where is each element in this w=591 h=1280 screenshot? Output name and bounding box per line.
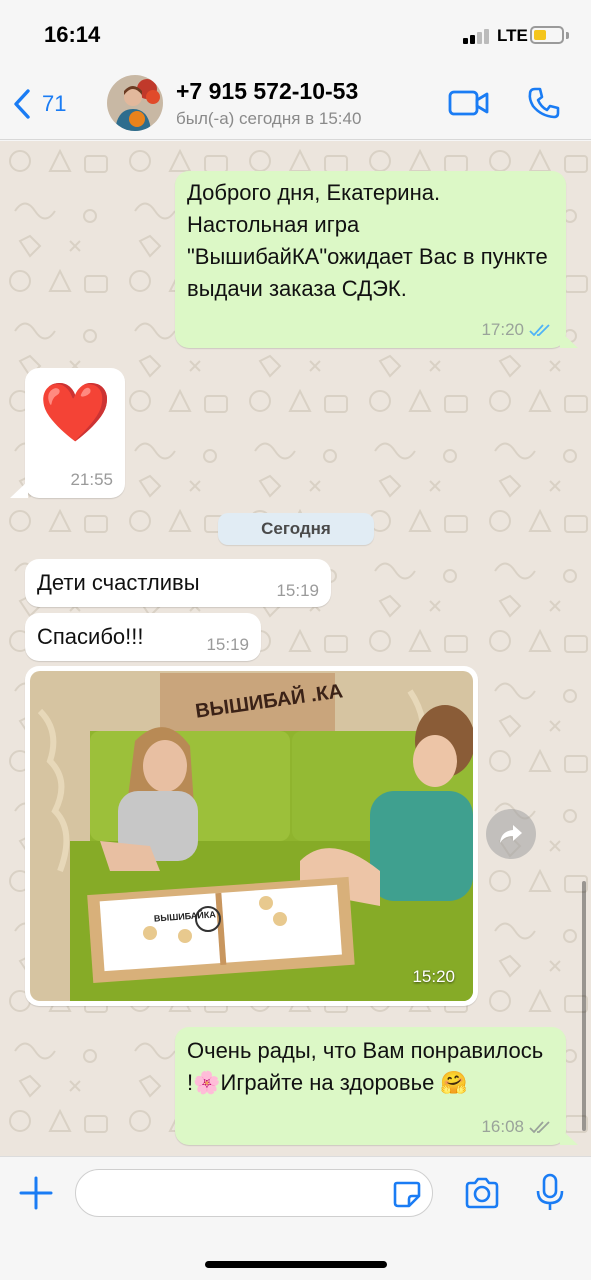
chat-area[interactable]: Доброго дня, Екатерина. Настольная игра …	[0, 141, 591, 1156]
chat-header: 71 +7 915 572-10-53 был(-а) сегодня в 15…	[0, 72, 591, 140]
chevron-left-icon	[14, 89, 30, 119]
message-incoming[interactable]: Дети счастливы 15:19	[25, 559, 331, 607]
message-time: 17:20	[481, 320, 524, 339]
microphone-button[interactable]	[535, 1173, 565, 1218]
home-indicator[interactable]	[205, 1261, 387, 1268]
message-incoming[interactable]: Спасибо!!! 15:19	[25, 613, 261, 661]
camera-button[interactable]	[464, 1177, 500, 1214]
double-check-icon	[529, 1121, 550, 1134]
message-text: Очень рады, что Вам понравилось !🌸Играйт…	[187, 1038, 544, 1095]
message-outgoing[interactable]: Доброго дня, Екатерина. Настольная игра …	[175, 171, 566, 348]
bubble-tail-in	[10, 481, 28, 498]
status-time: 16:14	[44, 22, 101, 47]
message-text: Спасибо!!!	[37, 624, 144, 649]
forward-icon	[500, 825, 522, 843]
avatar[interactable]	[107, 75, 163, 131]
message-time: 15:19	[206, 635, 249, 654]
message-text: Доброго дня, Екатерина. Настольная игра …	[187, 180, 548, 301]
microphone-icon	[536, 1173, 564, 1210]
network-label: LTE	[497, 26, 528, 45]
message-incoming-photo[interactable]: ВЫШИБАЙ .КА ВЫШИБАЙКА 15:20	[25, 666, 478, 1006]
status-bar: 16:14 LTE	[0, 0, 591, 72]
battery-tip	[566, 32, 569, 39]
sticker-button[interactable]	[392, 1179, 422, 1214]
forward-button[interactable]	[486, 809, 536, 859]
message-text: Дети счастливы	[37, 570, 200, 595]
contact-name[interactable]: +7 915 572-10-53	[176, 78, 358, 105]
message-incoming-emoji[interactable]: ❤️ 21:55	[25, 368, 125, 498]
phone-icon	[528, 87, 560, 119]
attach-button[interactable]	[18, 1175, 54, 1216]
plus-icon	[19, 1176, 53, 1210]
sticker-icon	[393, 1181, 421, 1208]
message-input[interactable]	[75, 1169, 433, 1217]
battery-icon	[530, 26, 564, 44]
voice-call-button[interactable]	[527, 86, 561, 125]
unread-count: 71	[42, 91, 67, 116]
message-time: 21:55	[70, 470, 113, 489]
video-camera-icon	[448, 90, 489, 116]
photo-image[interactable]: ВЫШИБАЙ .КА ВЫШИБАЙКА 15:20	[30, 671, 473, 1001]
message-outgoing[interactable]: Очень рады, что Вам понравилось !🌸Играйт…	[175, 1027, 566, 1145]
signal-icon	[463, 28, 493, 44]
bubble-tail-out	[560, 1128, 578, 1145]
camera-icon	[465, 1177, 499, 1209]
photo-time: 15:20	[412, 967, 455, 986]
bubble-tail-out	[560, 331, 578, 348]
message-meta: 17:20	[481, 320, 554, 340]
message-meta: 16:08	[481, 1117, 554, 1137]
contact-status: был(-а) сегодня в 15:40	[176, 109, 362, 128]
heart-emoji: ❤️	[39, 380, 112, 445]
scrollbar[interactable]	[582, 881, 586, 1131]
date-separator: Сегодня	[218, 513, 374, 545]
message-time: 16:08	[481, 1117, 524, 1136]
message-time: 15:19	[276, 581, 319, 600]
double-check-icon	[529, 324, 550, 337]
input-bar	[0, 1156, 591, 1280]
back-button[interactable]: 71	[12, 86, 66, 122]
video-call-button[interactable]	[448, 89, 490, 122]
